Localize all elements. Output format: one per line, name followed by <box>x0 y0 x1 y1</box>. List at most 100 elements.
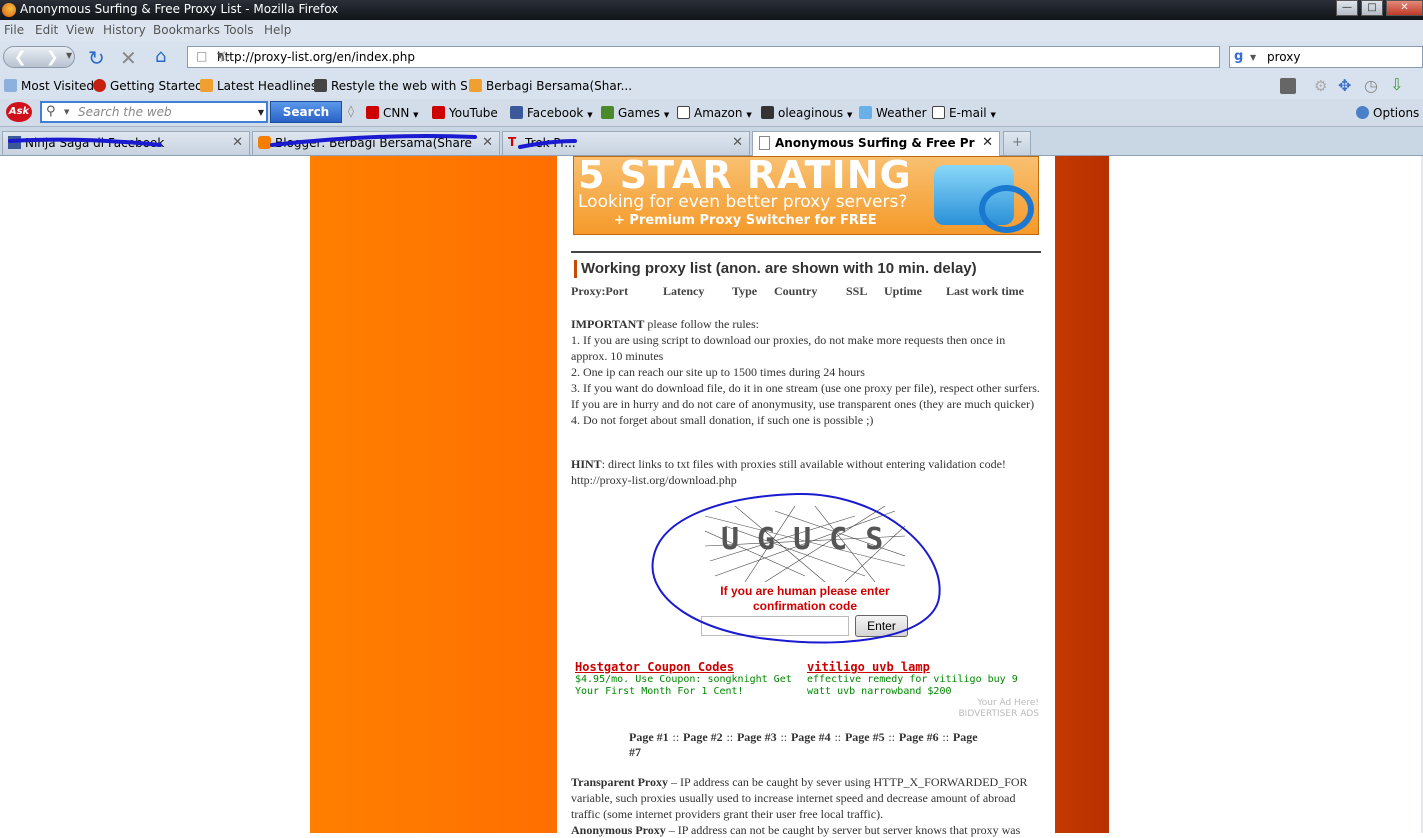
ask-item-amazon[interactable]: Amazon ▼ <box>677 106 752 120</box>
engine-dropdown-icon[interactable]: ▼ <box>1250 53 1256 62</box>
bookmark-most-visited[interactable]: Most Visited <box>4 79 94 93</box>
ask-item-facebook[interactable]: Facebook ▼ <box>510 106 593 120</box>
stylish-toolbar-icon[interactable] <box>1280 78 1296 94</box>
dropdown-icon: ▼ <box>746 111 752 119</box>
hint-label: HINT <box>571 457 602 471</box>
new-tab-button[interactable]: + <box>1003 131 1031 155</box>
ask-toolbar: Ask ⚲ ▼ Search the web ▼ Search ◊ CNN ▼ … <box>0 99 1423 127</box>
dropdown-icon: ▼ <box>847 111 853 119</box>
bookmark-restyle[interactable]: Restyle the web with S... <box>314 79 479 93</box>
search-placeholder: Search the web <box>78 105 172 119</box>
games-icon <box>601 106 614 119</box>
stop-icon[interactable]: ✕ <box>120 46 137 70</box>
ask-logo-icon[interactable]: Ask <box>6 102 32 122</box>
col-ssl[interactable]: SSL <box>846 284 867 299</box>
banner-line2: Looking for even better proxy servers? <box>578 192 908 212</box>
close-window-button[interactable]: ✕ <box>1386 0 1423 16</box>
menu-edit[interactable]: Edit <box>35 23 58 37</box>
menu-help[interactable]: Help <box>264 23 291 37</box>
tab-label: Anonymous Surfing & Free Proxy... <box>775 136 975 150</box>
options-gear-icon <box>1356 106 1369 119</box>
close-tab-icon[interactable]: ✕ <box>732 135 743 150</box>
dropdown-icon: ▼ <box>413 111 419 119</box>
bookmark-berbagi[interactable]: Berbagi Bersama(Shar... <box>469 79 632 93</box>
item-label: YouTube <box>449 106 498 120</box>
clock-icon[interactable]: ◷ <box>1364 76 1378 95</box>
anonymous-text: – IP address can not be caught by server… <box>665 823 1021 837</box>
google-icon[interactable]: g <box>1234 49 1243 64</box>
maximize-button[interactable]: □ <box>1361 0 1383 16</box>
ask-item-youtube[interactable]: YouTube <box>432 106 498 120</box>
menu-tools[interactable]: Tools <box>224 23 254 37</box>
premium-proxy-banner[interactable]: 5 STAR RATING Looking for even better pr… <box>573 156 1039 235</box>
bookmark-folder-icon <box>4 79 17 92</box>
ask-item-oleaginous[interactable]: oleaginous ▼ <box>761 106 852 120</box>
redaction-scribbles <box>8 134 577 149</box>
window-titlebar: Anonymous Surfing & Free Proxy List - Mo… <box>0 0 1423 20</box>
close-tab-icon[interactable]: ✕ <box>982 135 993 150</box>
dropdown-icon: ▼ <box>663 111 670 119</box>
back-arrow-icon[interactable]: ❮ <box>14 48 27 66</box>
important-intro: please follow the rules: <box>644 317 759 331</box>
gear-icon[interactable]: ⚙ <box>1314 77 1327 95</box>
col-proxy-port[interactable]: Proxy:Port <box>571 284 628 299</box>
url-dropdown-icon[interactable]: ▼ <box>217 51 1213 60</box>
address-bar[interactable]: □ http://proxy-list.org/en/index.php ☆ ▼ <box>187 46 1220 68</box>
hint-url[interactable]: http://proxy-list.org/download.php <box>571 473 737 487</box>
ask-item-cnn[interactable]: CNN ▼ <box>366 106 419 120</box>
forward-arrow-icon[interactable]: ❯ <box>46 48 59 66</box>
web-search-box[interactable]: g ▼ proxy <box>1229 46 1423 68</box>
col-uptime[interactable]: Uptime <box>884 284 922 299</box>
ad-title[interactable]: Hostgator Coupon Codes <box>575 660 805 674</box>
menu-bookmarks[interactable]: Bookmarks <box>153 23 220 37</box>
item-label: CNN <box>383 106 410 120</box>
col-country[interactable]: Country <box>774 284 817 299</box>
menu-history[interactable]: History <box>103 23 146 37</box>
ask-item-weather[interactable]: Weather <box>859 106 927 120</box>
tab-anonymous-surfing[interactable]: Anonymous Surfing & Free Proxy... ✕ <box>752 131 1000 156</box>
history-dropdown-icon[interactable]: ▼ <box>66 51 72 60</box>
ask-item-email[interactable]: E-mail ▼ <box>932 106 996 120</box>
magnifier-icon: ⚲ <box>46 104 56 119</box>
captcha-annotation-circle <box>651 492 941 644</box>
page-link-2[interactable]: Page #2 <box>683 730 723 744</box>
search-history-dropdown-icon[interactable]: ▼ <box>258 108 264 117</box>
menu-view[interactable]: View <box>66 23 94 37</box>
ad-title[interactable]: vitiligo uvb lamp <box>807 660 1037 674</box>
search-type-dropdown-icon[interactable]: ▼ <box>64 108 69 116</box>
download-icon[interactable]: ⇩ <box>1390 75 1403 94</box>
bookmark-latest-headlines[interactable]: Latest Headlines <box>200 79 317 93</box>
page-link-5[interactable]: Page #5 <box>845 730 885 744</box>
ask-search-button[interactable]: Search <box>270 101 342 123</box>
web-page: 5 STAR RATING Looking for even better pr… <box>0 156 1423 837</box>
move-icon[interactable]: ✥ <box>1338 76 1351 95</box>
ad-vitiligo[interactable]: vitiligo uvb lamp effective remedy for v… <box>807 660 1037 698</box>
ad-hostgator[interactable]: Hostgator Coupon Codes $4.95/mo. Use Cou… <box>575 660 805 698</box>
important-label: IMPORTANT <box>571 317 645 331</box>
page-link-6[interactable]: Page #6 <box>899 730 939 744</box>
col-latency[interactable]: Latency <box>663 284 704 299</box>
minimize-button[interactable]: — <box>1336 0 1358 16</box>
youtube-icon <box>432 106 445 119</box>
facebook-icon <box>510 106 523 119</box>
stylish-icon <box>314 79 327 92</box>
page-link-3[interactable]: Page #3 <box>737 730 777 744</box>
dropdown-icon: ▼ <box>587 111 593 119</box>
page-link-1[interactable]: Page #1 <box>629 730 669 744</box>
bidvertiser-label[interactable]: BIDVERTISER ADS <box>937 709 1039 720</box>
col-last-work-time[interactable]: Last work time <box>946 284 1024 299</box>
ad-description: effective remedy for vitiligo buy 9 watt… <box>807 674 1018 697</box>
ask-item-games[interactable]: Games ▼ <box>601 106 669 120</box>
bookmark-getting-started[interactable]: Getting Started <box>93 79 203 93</box>
page-tab-icon <box>759 136 770 150</box>
bookmark-label: Berbagi Bersama(Shar... <box>486 79 633 93</box>
your-ad-here-link[interactable]: Your Ad Here! <box>937 698 1039 709</box>
menu-file[interactable]: File <box>4 23 24 37</box>
reload-icon[interactable]: ↻ <box>88 46 105 70</box>
ask-options[interactable]: Options <box>1356 106 1419 120</box>
page-link-4[interactable]: Page #4 <box>791 730 831 744</box>
item-label: Weather <box>876 106 927 120</box>
ask-search-input[interactable]: ⚲ ▼ Search the web ▼ <box>40 101 268 123</box>
home-icon[interactable]: ⌂ <box>155 46 166 68</box>
col-type[interactable]: Type <box>732 284 757 299</box>
